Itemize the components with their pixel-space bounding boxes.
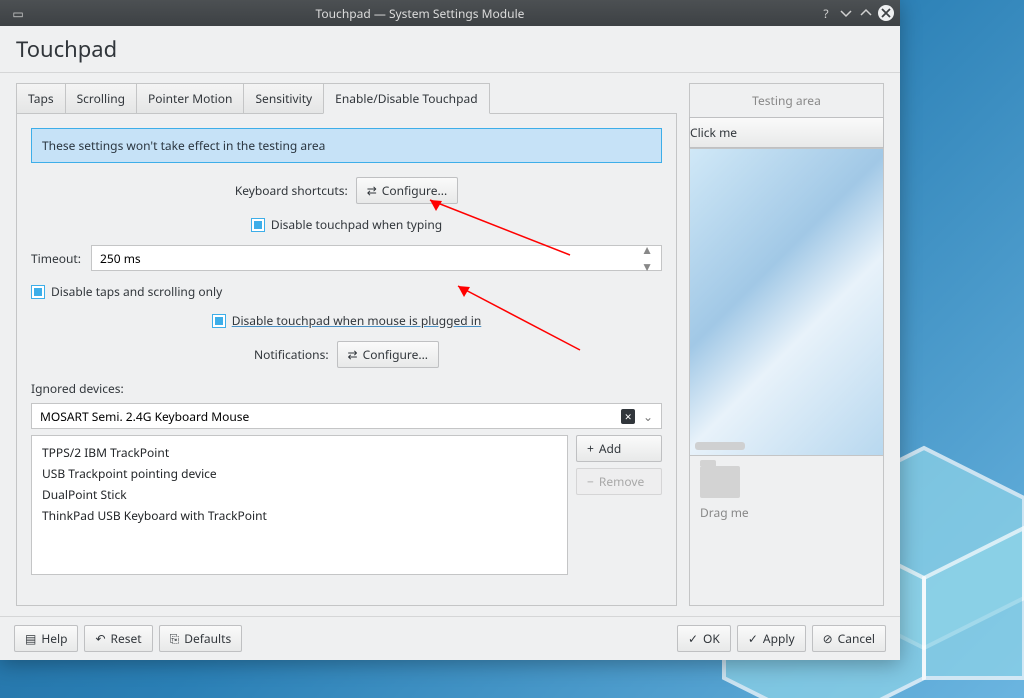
disable-mouse-checkbox-row[interactable]: Disable touchpad when mouse is plugged i…: [212, 312, 482, 329]
document-icon: ⎘: [170, 630, 180, 647]
remove-device-button: − Remove: [576, 468, 662, 495]
add-device-button[interactable]: + Add: [576, 435, 662, 462]
cancel-x-icon: ⊘: [823, 630, 833, 647]
check-icon: ✓: [748, 630, 758, 647]
ignored-combo-value: MOSART Semi. 2.4G Keyboard Mouse: [40, 408, 621, 425]
tab-content: These settings won't take effect in the …: [16, 113, 677, 606]
list-item[interactable]: USB Trackpoint pointing device: [42, 463, 557, 484]
tab-scrolling[interactable]: Scrolling: [65, 83, 137, 114]
disable-taps-scroll-label: Disable taps and scrolling only: [51, 283, 222, 300]
disable-typing-checkbox-row[interactable]: Disable touchpad when typing: [251, 216, 442, 233]
tab-enable-disable[interactable]: Enable/Disable Touchpad: [323, 83, 489, 114]
defaults-button[interactable]: ⎘Defaults: [159, 625, 243, 652]
disable-mouse-label: Disable touchpad when mouse is plugged i…: [232, 312, 482, 329]
help-book-icon: ▤: [25, 630, 36, 647]
help-icon[interactable]: ?: [818, 5, 834, 21]
settings-window: ▭ Touchpad — System Settings Module ? To…: [0, 0, 900, 660]
clear-icon[interactable]: ✕: [621, 409, 635, 424]
list-item[interactable]: TPPS/2 IBM TrackPoint: [42, 442, 557, 463]
configure-notifications-button[interactable]: ⇄ Configure...: [337, 341, 439, 368]
clickme-button[interactable]: Click me: [689, 117, 884, 148]
close-icon[interactable]: [878, 5, 894, 21]
ignored-devices-label: Ignored devices:: [31, 380, 662, 397]
configure-notifications-label: Configure...: [363, 346, 428, 363]
spinbox-arrows[interactable]: ▲▼: [641, 241, 653, 275]
cancel-button[interactable]: ⊘Cancel: [812, 625, 886, 652]
window-title: Touchpad — System Settings Module: [26, 5, 814, 22]
testing-scrollbar[interactable]: [695, 442, 745, 450]
list-item[interactable]: DualPoint Stick: [42, 484, 557, 505]
ignored-devices-list[interactable]: TPPS/2 IBM TrackPoint USB Trackpoint poi…: [31, 435, 568, 575]
clickme-label: Click me: [690, 124, 737, 141]
titlebar: ▭ Touchpad — System Settings Module ?: [0, 0, 900, 26]
timeout-value: 250 ms: [100, 250, 641, 267]
plus-icon: +: [587, 440, 594, 457]
disable-taps-scroll-checkbox-row[interactable]: Disable taps and scrolling only: [31, 283, 222, 300]
shortcuts-label: Keyboard shortcuts:: [235, 182, 348, 199]
testing-area-header: Testing area: [689, 83, 884, 117]
notifications-label: Notifications:: [254, 346, 329, 363]
reset-button[interactable]: ↶Reset: [84, 625, 152, 652]
footer: ▤Help ↶Reset ⎘Defaults ✓OK ✓Apply ⊘Cance…: [0, 616, 900, 660]
info-banner: These settings won't take effect in the …: [31, 128, 662, 163]
testing-column: Testing area Click me Drag me: [689, 83, 884, 606]
add-button-label: Add: [599, 440, 621, 457]
remove-button-label: Remove: [599, 473, 644, 490]
configure-shortcuts-label: Configure...: [382, 182, 447, 199]
touchpad-app-icon: ▭: [10, 5, 26, 21]
checkbox-icon: [31, 285, 45, 299]
tab-pointer-motion[interactable]: Pointer Motion: [136, 83, 244, 114]
minimize-icon[interactable]: [838, 5, 854, 21]
undo-icon: ↶: [95, 630, 105, 647]
maximize-icon[interactable]: [858, 5, 874, 21]
dragme-label: Drag me: [700, 504, 749, 521]
page-title: Touchpad: [0, 26, 900, 73]
testing-area[interactable]: [689, 148, 884, 456]
checkbox-icon: [212, 314, 226, 328]
list-item[interactable]: ThinkPad USB Keyboard with TrackPoint: [42, 505, 557, 526]
ok-button[interactable]: ✓OK: [677, 625, 731, 652]
configure-icon: ⇄: [348, 346, 358, 363]
timeout-spinbox[interactable]: 250 ms ▲▼: [91, 245, 662, 271]
checkbox-icon: [251, 218, 265, 232]
disable-typing-label: Disable touchpad when typing: [271, 216, 442, 233]
configure-icon: ⇄: [367, 182, 377, 199]
main-column: Taps Scrolling Pointer Motion Sensitivit…: [16, 83, 677, 606]
help-button[interactable]: ▤Help: [14, 625, 78, 652]
drag-target-area[interactable]: Drag me: [689, 456, 884, 606]
tab-bar: Taps Scrolling Pointer Motion Sensitivit…: [16, 83, 677, 114]
ignored-devices-combo[interactable]: MOSART Semi. 2.4G Keyboard Mouse ✕ ⌄: [31, 403, 662, 429]
folder-icon[interactable]: [700, 466, 740, 498]
configure-shortcuts-button[interactable]: ⇄ Configure...: [356, 177, 458, 204]
minus-icon: −: [587, 473, 594, 490]
tab-sensitivity[interactable]: Sensitivity: [243, 83, 324, 114]
tab-taps[interactable]: Taps: [16, 83, 66, 114]
timeout-label: Timeout:: [31, 250, 81, 267]
chevron-down-icon[interactable]: ⌄: [643, 408, 653, 425]
check-icon: ✓: [688, 630, 698, 647]
apply-button[interactable]: ✓Apply: [737, 625, 806, 652]
